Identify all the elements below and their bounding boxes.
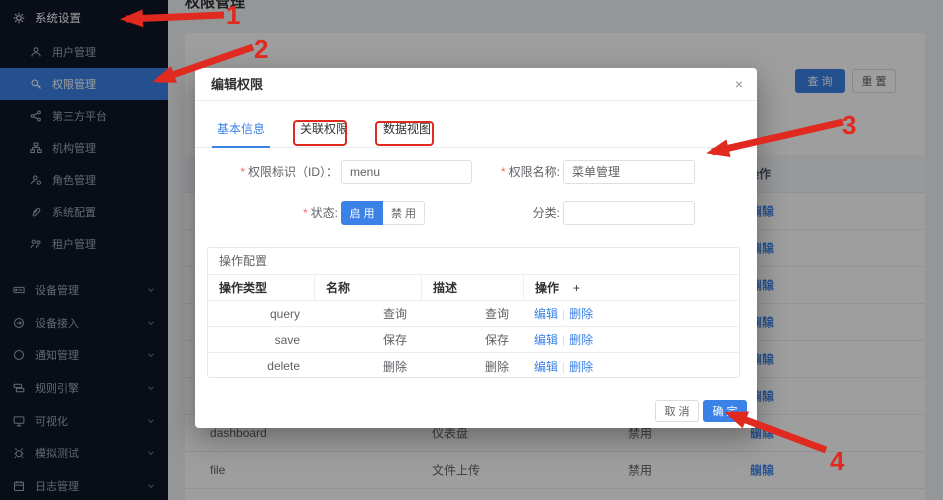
- col-description: 描述: [421, 275, 523, 300]
- required-mark: *: [240, 165, 245, 179]
- tab-data-view[interactable]: 数据视图: [378, 120, 436, 147]
- category-label: 分类:: [532, 206, 560, 220]
- perm-name-label: * 权限名称:: [500, 165, 560, 179]
- cell-operation-type: query: [269, 306, 300, 321]
- modal-title: 编辑权限: [195, 68, 757, 101]
- col-actions: 操作 +: [523, 275, 739, 300]
- operation-table-header: 操作类型 名称 描述 操作 +: [208, 275, 739, 301]
- required-mark: *: [500, 165, 506, 179]
- cell-operation-name: 保存: [382, 333, 407, 347]
- status-enable-button[interactable]: 启 用: [341, 201, 383, 225]
- perm-id-label: * 权限标识（ID）：: [240, 165, 338, 179]
- status-disable-button[interactable]: 禁 用: [383, 201, 425, 225]
- cell-operation-name: 查询: [382, 307, 407, 321]
- status-label: * 状态:: [302, 206, 338, 220]
- cell-operation-actions: 编辑 | 删除: [523, 331, 739, 348]
- col-operation-type: 操作类型: [219, 281, 268, 295]
- cell-operation-desc: 查询: [484, 307, 509, 321]
- delete-link[interactable]: 删除: [569, 360, 593, 374]
- link-divider: |: [562, 333, 566, 347]
- cancel-button[interactable]: 取 消: [655, 400, 699, 422]
- link-divider: |: [562, 359, 566, 374]
- cell-operation-desc: 保存: [484, 333, 509, 347]
- link-divider: |: [562, 307, 566, 321]
- add-operation-icon[interactable]: +: [573, 281, 580, 295]
- cell-operation-actions: 编辑 | 删除: [523, 358, 739, 375]
- delete-link[interactable]: 删除: [569, 307, 593, 321]
- edit-permission-modal: 编辑权限 × 基本信息 关联权限 数据视图 * 权限标识（ID）： menu * 权限名…: [195, 68, 757, 428]
- cell-operation-name: 删除: [382, 359, 407, 374]
- confirm-button[interactable]: 确 定: [703, 400, 747, 422]
- perm-name-input[interactable]: 菜单管理: [563, 160, 695, 184]
- cell-operation-desc: 删除: [484, 359, 509, 374]
- category-input[interactable]: [563, 201, 695, 225]
- operation-config-box: 操作配置 操作类型 名称 描述 操作 + query 查询 查询 编辑 | 删除 save 保…: [207, 247, 740, 378]
- screen: 系统设置 用户管理 权限管理 第三方平台 机构管理 角色管理 系统配置 租户管理 设备管理设…: [0, 0, 943, 500]
- cell-operation-type: delete: [267, 359, 300, 373]
- required-mark: *: [302, 206, 308, 220]
- operation-row: delete 删除 删除 编辑 | 删除: [208, 353, 739, 377]
- operation-row: save 保存 保存 编辑 | 删除: [208, 327, 739, 353]
- operation-config-title: 操作配置: [208, 248, 739, 275]
- edit-link[interactable]: 编辑: [534, 360, 558, 374]
- tab-related-permissions[interactable]: 关联权限: [295, 120, 353, 147]
- edit-link[interactable]: 编辑: [534, 333, 558, 347]
- modal-footer: 取 消 确 定: [195, 400, 757, 422]
- operation-table-body: query 查询 查询 编辑 | 删除 save 保存 保存 编辑 | 删除 delete 删除 删除 编辑 |…: [208, 301, 739, 377]
- tab-basic-info[interactable]: 基本信息: [212, 120, 271, 148]
- col-name: 名称: [314, 275, 421, 300]
- status-toggle: 启 用 禁 用: [341, 201, 425, 225]
- operation-row: query 查询 查询 编辑 | 删除: [208, 301, 739, 327]
- edit-link[interactable]: 编辑: [534, 307, 558, 321]
- modal-tabs: 基本信息 关联权限 数据视图: [195, 101, 757, 148]
- delete-link[interactable]: 删除: [569, 333, 593, 347]
- cell-operation-type: save: [274, 332, 300, 347]
- cell-operation-actions: 编辑 | 删除: [523, 305, 739, 322]
- close-icon[interactable]: ×: [735, 77, 743, 91]
